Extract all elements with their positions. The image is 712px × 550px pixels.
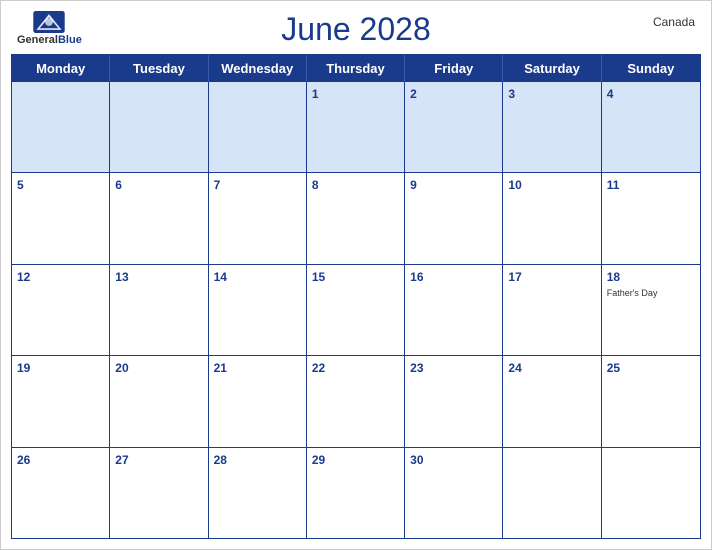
day-cell-jun8: 8 bbox=[307, 173, 405, 263]
day-cell-jun18: 18 Father's Day bbox=[602, 265, 700, 355]
logo: General Blue bbox=[17, 11, 82, 46]
day-number: 26 bbox=[17, 453, 30, 467]
day-cell-jun22: 22 bbox=[307, 356, 405, 446]
calendar-weeks: 1 2 3 4 5 6 bbox=[12, 82, 700, 538]
day-cell bbox=[209, 82, 307, 172]
day-cell-jun13: 13 bbox=[110, 265, 208, 355]
day-number: 29 bbox=[312, 453, 325, 467]
calendar-header: General Blue June 2028 Canada bbox=[1, 1, 711, 54]
day-cell-jun3: 3 bbox=[503, 82, 601, 172]
header-thursday: Thursday bbox=[307, 55, 405, 82]
day-number: 28 bbox=[214, 453, 227, 467]
day-cell-jun20: 20 bbox=[110, 356, 208, 446]
day-number: 4 bbox=[607, 87, 614, 101]
header-sunday: Sunday bbox=[602, 55, 700, 82]
calendar-grid: Monday Tuesday Wednesday Thursday Friday… bbox=[11, 54, 701, 539]
day-cell-jun5: 5 bbox=[12, 173, 110, 263]
header-wednesday: Wednesday bbox=[209, 55, 307, 82]
day-cell bbox=[12, 82, 110, 172]
day-number: 12 bbox=[17, 270, 30, 284]
day-cell-jun2: 2 bbox=[405, 82, 503, 172]
day-number: 19 bbox=[17, 361, 30, 375]
day-number: 20 bbox=[115, 361, 128, 375]
day-number: 21 bbox=[214, 361, 227, 375]
day-cell-jun27: 27 bbox=[110, 448, 208, 538]
day-number: 5 bbox=[17, 178, 24, 192]
day-number: 10 bbox=[508, 178, 521, 192]
day-cell-jun7: 7 bbox=[209, 173, 307, 263]
day-number: 13 bbox=[115, 270, 128, 284]
day-cell-jun16: 16 bbox=[405, 265, 503, 355]
day-cell bbox=[110, 82, 208, 172]
day-cell-jun17: 17 bbox=[503, 265, 601, 355]
calendar-title: June 2028 bbox=[281, 11, 430, 48]
header-tuesday: Tuesday bbox=[110, 55, 208, 82]
week-row-2: 5 6 7 8 9 10 11 bbox=[12, 172, 700, 263]
day-number: 3 bbox=[508, 87, 515, 101]
day-number: 23 bbox=[410, 361, 423, 375]
day-number: 8 bbox=[312, 178, 319, 192]
day-cell-jun25: 25 bbox=[602, 356, 700, 446]
week-row-1: 1 2 3 4 bbox=[12, 82, 700, 172]
day-number: 18 bbox=[607, 270, 620, 284]
header-friday: Friday bbox=[405, 55, 503, 82]
week-row-4: 19 20 21 22 23 24 25 bbox=[12, 355, 700, 446]
day-cell-jun21: 21 bbox=[209, 356, 307, 446]
day-cell-jun4: 4 bbox=[602, 82, 700, 172]
day-number: 24 bbox=[508, 361, 521, 375]
day-number: 17 bbox=[508, 270, 521, 284]
day-cell-jun14: 14 bbox=[209, 265, 307, 355]
calendar-page: General Blue June 2028 Canada Monday Tue… bbox=[0, 0, 712, 550]
day-cell-jun30: 30 bbox=[405, 448, 503, 538]
day-number: 11 bbox=[607, 178, 620, 192]
day-cell-jun15: 15 bbox=[307, 265, 405, 355]
logo-blue-text: Blue bbox=[58, 35, 82, 46]
day-cell-jun24: 24 bbox=[503, 356, 601, 446]
day-cell-jun9: 9 bbox=[405, 173, 503, 263]
day-cell-jun23: 23 bbox=[405, 356, 503, 446]
day-number: 25 bbox=[607, 361, 620, 375]
day-number: 6 bbox=[115, 178, 122, 192]
day-number: 1 bbox=[312, 87, 319, 101]
day-number: 2 bbox=[410, 87, 417, 101]
logo-svg bbox=[33, 11, 65, 33]
logo-general-text: General bbox=[17, 35, 58, 46]
day-cell-jun1: 1 bbox=[307, 82, 405, 172]
day-number: 27 bbox=[115, 453, 128, 467]
day-number: 9 bbox=[410, 178, 417, 192]
day-cell-jun19: 19 bbox=[12, 356, 110, 446]
day-cell-jun12: 12 bbox=[12, 265, 110, 355]
day-number: 30 bbox=[410, 453, 423, 467]
day-cell-empty-sun bbox=[602, 448, 700, 538]
header-monday: Monday bbox=[12, 55, 110, 82]
day-cell-empty-sat bbox=[503, 448, 601, 538]
day-cell-jun11: 11 bbox=[602, 173, 700, 263]
week-row-5: 26 27 28 29 30 bbox=[12, 447, 700, 538]
day-cell-jun29: 29 bbox=[307, 448, 405, 538]
fathers-day-label: Father's Day bbox=[607, 288, 695, 299]
day-headers-row: Monday Tuesday Wednesday Thursday Friday… bbox=[12, 55, 700, 82]
day-number: 16 bbox=[410, 270, 423, 284]
header-saturday: Saturday bbox=[503, 55, 601, 82]
day-number: 15 bbox=[312, 270, 325, 284]
day-number: 14 bbox=[214, 270, 227, 284]
day-number: 7 bbox=[214, 178, 221, 192]
day-cell-jun26: 26 bbox=[12, 448, 110, 538]
day-cell-jun6: 6 bbox=[110, 173, 208, 263]
country-label: Canada bbox=[653, 15, 695, 29]
day-number: 22 bbox=[312, 361, 325, 375]
week-row-3: 12 13 14 15 16 17 18 F bbox=[12, 264, 700, 355]
day-cell-jun28: 28 bbox=[209, 448, 307, 538]
day-cell-jun10: 10 bbox=[503, 173, 601, 263]
